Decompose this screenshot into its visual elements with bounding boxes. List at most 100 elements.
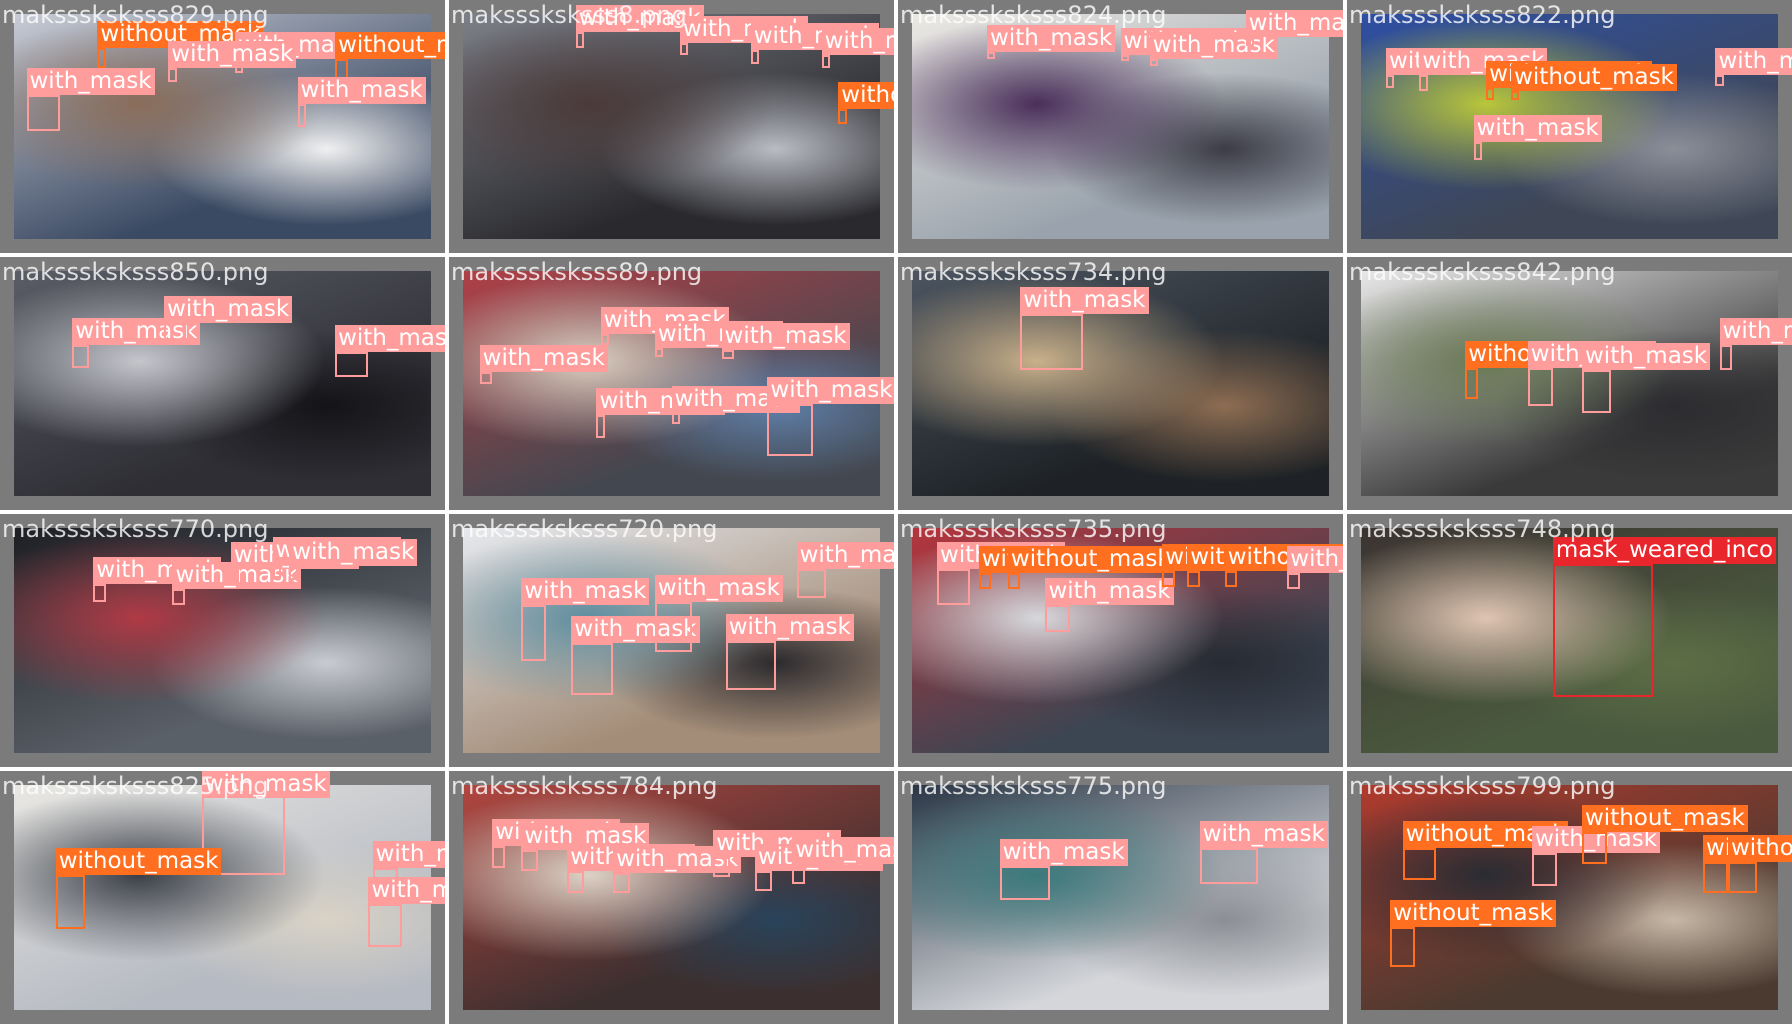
detection-label: with_mask [1199, 821, 1328, 848]
detection-box [571, 642, 614, 695]
detection-box [1419, 74, 1428, 91]
detection-label: with_mask [1045, 577, 1174, 605]
image-tile: with_maskwith_maskwith_maskwith_maskwith… [0, 514, 445, 767]
detection-box [1245, 36, 1254, 46]
detection-box [713, 857, 730, 878]
image-tile: with_maskwith_maskwith_maskwith_maskwith… [449, 0, 894, 253]
detection-box [1224, 570, 1238, 587]
detection-box [999, 866, 1050, 900]
detection-box [297, 104, 306, 127]
detection-label: without_mask [335, 32, 445, 59]
detection-label: without_mask [1727, 834, 1792, 862]
detection-label: with_mask [368, 877, 445, 905]
image-tile: without_maskwith_maskwith_maskwith_maskm… [1347, 257, 1792, 510]
detection-box [767, 403, 814, 456]
detection-box [721, 349, 735, 359]
detection-label: with_mask [1020, 286, 1149, 314]
detection-box [1582, 370, 1612, 413]
detection-label: with_mask [654, 575, 783, 603]
detection-label: with_mask [521, 577, 650, 605]
detection-box [1199, 848, 1259, 884]
detection-box [1149, 59, 1159, 66]
detection-label: with_mask [164, 295, 293, 323]
detection-box [479, 372, 493, 384]
detection-box [168, 68, 177, 82]
detection-label: with_mask [201, 771, 330, 798]
detection-box [1715, 74, 1724, 86]
detection-box [1187, 570, 1200, 587]
detection-box [671, 412, 680, 424]
detection-box [1531, 852, 1557, 887]
detection-box [1390, 926, 1416, 968]
detection-label: with_mask [725, 613, 854, 641]
detection-box [679, 43, 689, 55]
detection-box [600, 334, 609, 346]
detection-box [521, 604, 547, 661]
detection-label: with_mask [1582, 343, 1711, 370]
image-tile: with_maskwith_maskwith_maskmaksssksksss8… [0, 257, 445, 510]
image-tile: with_maskwith_maskwithout_maskwithout_ma… [1347, 0, 1792, 253]
image-tile: with_maskwith_maskwith_maskwith_maskwith… [449, 514, 894, 767]
detection-box [1007, 573, 1021, 589]
detection-box [575, 32, 584, 48]
detection-box [1465, 367, 1478, 400]
detection-label: without_mask [1007, 546, 1174, 573]
detection-label: with_mask [1715, 47, 1792, 75]
image-tile: without_maskwith_maskwithout_maskwithout… [1347, 771, 1792, 1024]
detection-box [172, 588, 185, 605]
detection-box [838, 108, 847, 125]
detection-label: with_mask [987, 25, 1116, 53]
detection-box [596, 415, 605, 438]
detection-box [1527, 367, 1553, 406]
detection-mosaic: with_maskwithout_maskwith_maskwithout_ma… [0, 0, 1792, 1024]
detection-box [289, 566, 298, 580]
detection-box [567, 870, 584, 893]
detection-label: with_mask [821, 27, 894, 55]
detection-box [821, 54, 830, 68]
detection-box [750, 50, 760, 64]
detection-label: with_mask [1473, 115, 1602, 143]
detection-label: with_mask [1719, 318, 1792, 346]
detection-label: with_mask [1287, 546, 1343, 573]
detection-box [725, 640, 776, 690]
detection-box [97, 47, 106, 68]
detection-box [335, 352, 369, 377]
detection-box [272, 564, 281, 578]
detection-label: with_mask [999, 839, 1128, 866]
detection-box [978, 573, 992, 589]
detection-box [55, 875, 85, 929]
detection-label: with_mask [372, 841, 445, 869]
detection-box [1702, 861, 1728, 893]
detection-box [796, 568, 826, 598]
image-tile: mask_weared_inco maksssksksss748.png [1347, 514, 1792, 767]
image-tile: with_mask maksssksksss734.png [898, 257, 1343, 510]
detection-box [1045, 604, 1071, 632]
detection-box [987, 52, 996, 59]
detection-label: without_mask [1390, 899, 1556, 927]
detection-box [937, 568, 971, 605]
detection-label: with_mask [721, 322, 850, 350]
detection-box [72, 345, 90, 368]
image-tile: with_maskwith_maskwith_maskwith_maskwith… [449, 771, 894, 1024]
detection-label: with_mask [796, 541, 894, 569]
detection-box [1473, 142, 1482, 161]
detection-box [26, 95, 60, 131]
detection-label: with_mask [168, 41, 297, 68]
detection-box [93, 584, 106, 603]
detection-box [1287, 573, 1300, 589]
photo [1361, 271, 1778, 496]
detection-label: mask_weared_inco [1552, 537, 1777, 564]
detection-box [654, 602, 693, 652]
detection-label: with_mask [1245, 9, 1343, 37]
detection-label: with_mask [767, 376, 894, 404]
detection-label: without_mask [1511, 63, 1677, 91]
detection-box [613, 872, 630, 893]
image-tile: with_maskwith_maskwith_maskwith_maskwith… [449, 257, 894, 510]
image-tile: with_maskwithout_maskwith_maskwith_maskm… [0, 771, 445, 1024]
detection-box [492, 845, 505, 869]
image-tile: with_maskwithout_maskwithout_maskwith_ma… [898, 514, 1343, 767]
detection-box [1727, 861, 1758, 893]
image-tile: with_mask with_mask maksssksksss775.png [898, 771, 1343, 1024]
detection-label: without_mask [1582, 805, 1748, 833]
detection-label: with_mask [335, 325, 445, 352]
